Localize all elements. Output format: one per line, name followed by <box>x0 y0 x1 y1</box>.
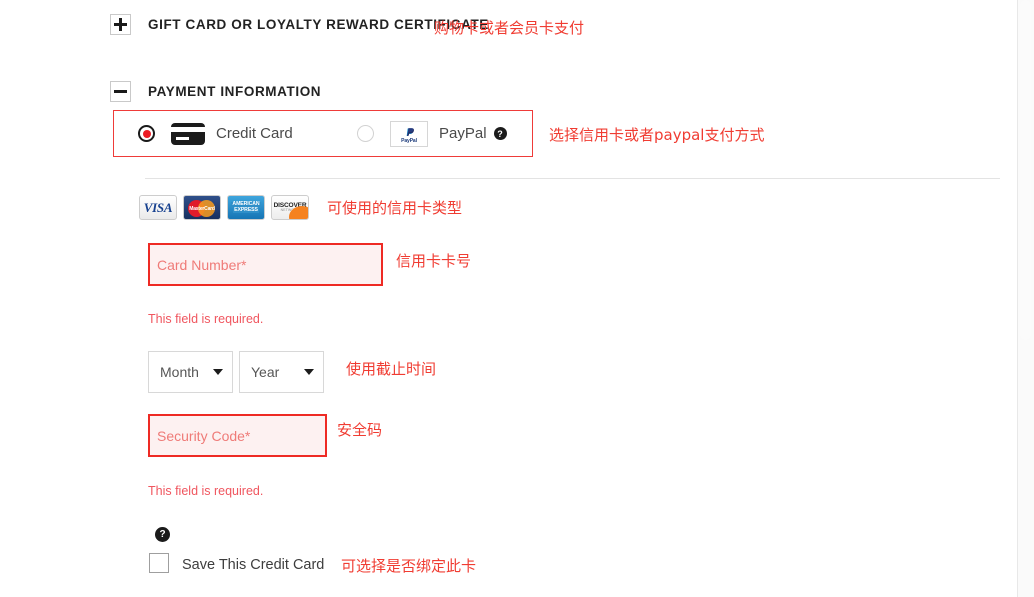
chevron-down-icon <box>304 369 314 375</box>
paypal-logo-icon: PayPal <box>390 120 428 147</box>
annotation-accepted-cards: 可使用的信用卡类型 <box>327 199 463 217</box>
collapse-payment-information-icon[interactable] <box>110 81 131 102</box>
visa-wordmark: VISA <box>143 199 173 215</box>
discover-logo-icon: DISCOVER NETWORK <box>271 195 309 220</box>
card-number-placeholder: Card Number* <box>157 256 247 273</box>
save-card-help-icon[interactable]: ? <box>155 527 170 542</box>
accepted-card-logos: VISA MasterCard AMERICAN EXPRESS DISCOVE… <box>139 195 309 220</box>
section-title-payment-information: PAYMENT INFORMATION <box>148 84 322 99</box>
expiry-year-value: Year <box>251 364 280 380</box>
amex-line-2: EXPRESS <box>233 206 259 213</box>
mastercard-wordmark: MasterCard <box>189 206 215 212</box>
security-code-input[interactable]: Security Code* <box>148 414 327 457</box>
expiry-month-select[interactable]: Month <box>148 351 233 393</box>
payment-option-paypal[interactable]: PayPal PayPal ? <box>357 111 507 156</box>
label-credit-card: Credit Card <box>216 125 293 142</box>
scrollbar-thumb[interactable] <box>1020 0 1031 340</box>
radio-paypal[interactable] <box>357 125 374 142</box>
paypal-help-icon[interactable]: ? <box>493 127 507 140</box>
security-code-placeholder: Security Code* <box>157 427 251 444</box>
paypal-wordmark: PayPal <box>401 137 417 144</box>
radio-credit-card[interactable] <box>138 125 155 142</box>
section-header-payment-information[interactable]: PAYMENT INFORMATION <box>110 81 321 102</box>
chevron-down-icon <box>213 369 223 375</box>
paypal-mark-icon <box>403 125 416 138</box>
payment-option-credit-card[interactable]: Credit Card <box>138 111 293 156</box>
visa-logo-icon: VISA <box>139 195 177 220</box>
mastercard-logo-icon: MasterCard <box>183 195 221 220</box>
minus-horizontal-bar <box>114 90 127 93</box>
section-divider <box>145 178 1000 179</box>
card-number-error: This field is required. <box>148 312 264 326</box>
card-number-input[interactable]: Card Number* <box>148 243 383 286</box>
discover-line-2: NETWORK <box>280 208 300 213</box>
annotation-payment-methods: 选择信用卡或者paypal支付方式 <box>549 126 765 144</box>
plus-vertical-bar <box>119 18 122 31</box>
checkout-payment-page: GIFT CARD OR LOYALTY REWARD CERTIFICATE … <box>0 0 1018 597</box>
vertical-scrollbar[interactable] <box>1017 0 1034 597</box>
annotation-gift-card: 购物卡或者会员卡支付 <box>434 19 585 37</box>
label-paypal: PayPal <box>439 125 487 142</box>
annotation-card-number: 信用卡卡号 <box>396 252 472 270</box>
section-header-gift-card[interactable]: GIFT CARD OR LOYALTY REWARD CERTIFICATE <box>110 14 489 35</box>
payment-method-selector: Credit Card PayPal PayPal ? <box>113 110 533 157</box>
annotation-security-code: 安全码 <box>337 421 383 439</box>
annotation-save-card: 可选择是否绑定此卡 <box>341 557 477 575</box>
save-card-checkbox[interactable] <box>149 553 169 573</box>
amex-logo-icon: AMERICAN EXPRESS <box>227 195 265 220</box>
credit-card-icon <box>171 122 205 145</box>
expiry-month-value: Month <box>160 364 199 380</box>
save-card-label: Save This Credit Card <box>182 557 325 573</box>
expiry-year-select[interactable]: Year <box>239 351 324 393</box>
expand-gift-card-icon[interactable] <box>110 14 131 35</box>
annotation-expiry: 使用截止时间 <box>346 360 437 378</box>
security-code-error: This field is required. <box>148 484 264 498</box>
